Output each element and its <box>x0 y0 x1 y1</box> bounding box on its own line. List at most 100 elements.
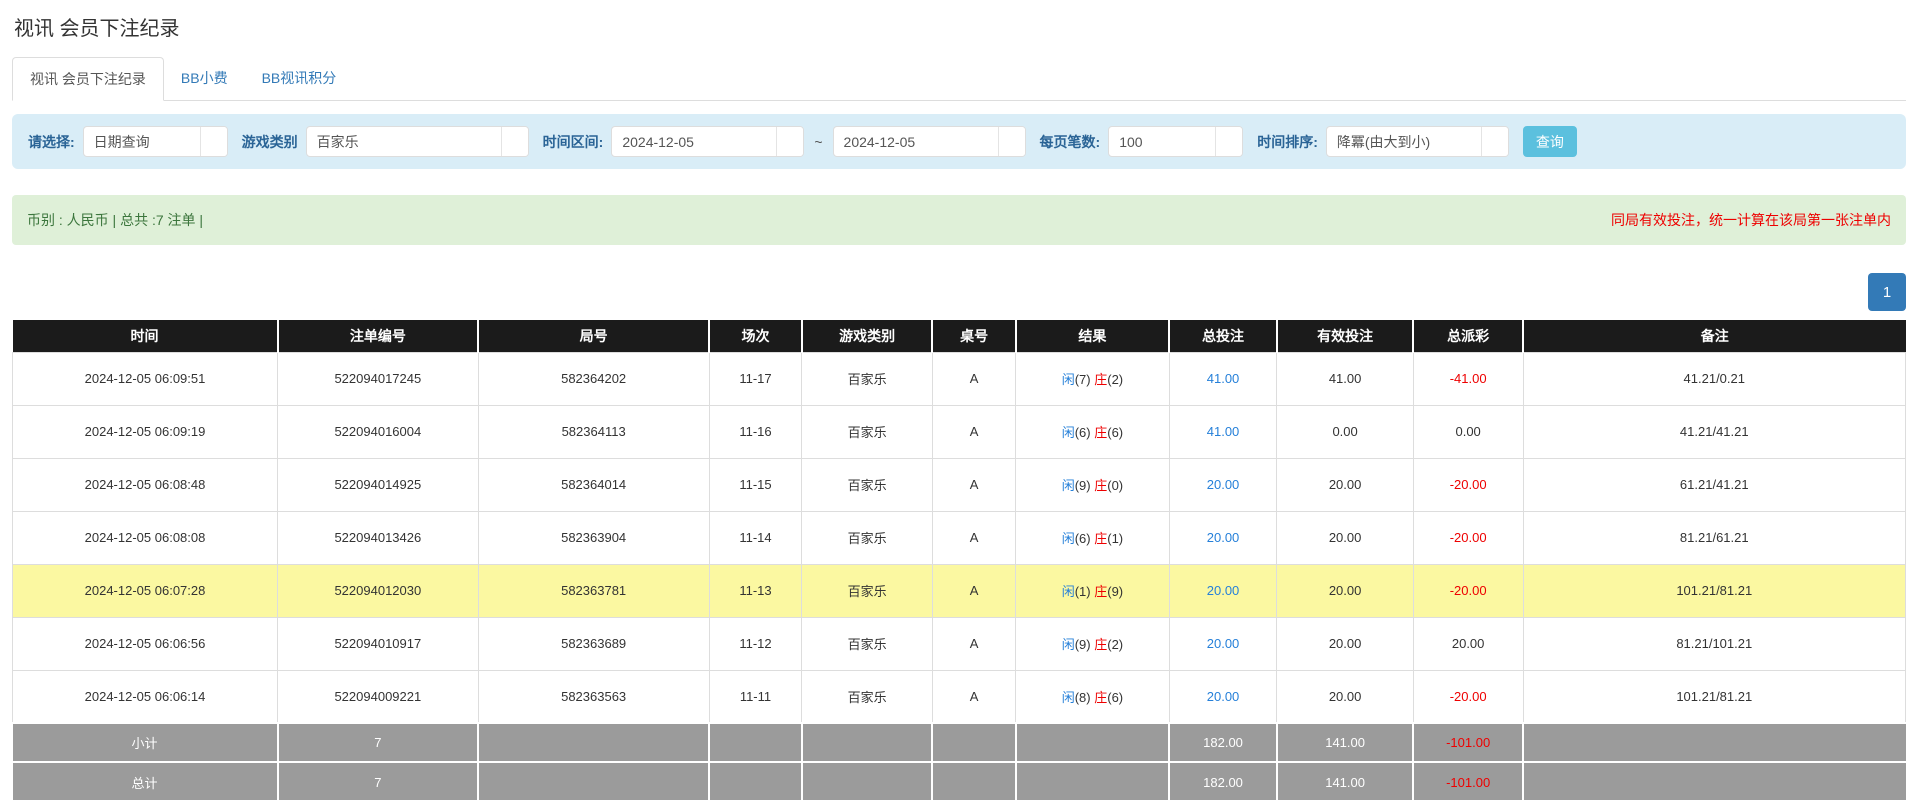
summary-empty-cell <box>1523 762 1905 800</box>
dropdown-arrow-icon[interactable] <box>200 127 227 156</box>
calendar-icon[interactable] <box>998 127 1025 156</box>
cell-bet-id: 522094016004 <box>278 405 479 458</box>
tab-video-bet-records[interactable]: 视讯 会员下注纪录 <box>12 57 164 101</box>
cell-result: 闲(9) 庄(0) <box>1016 458 1169 511</box>
dropdown-arrow-icon[interactable] <box>1215 127 1242 156</box>
cell-remark: 41.21/0.21 <box>1523 352 1905 405</box>
banker-result-label: 庄 <box>1094 690 1107 705</box>
cell-total-bet[interactable]: 41.00 <box>1169 352 1277 405</box>
table-header: 时间注单编号局号场次游戏类别桌号结果总投注有效投注总派彩备注 <box>13 320 1906 352</box>
player-result-label: 闲 <box>1062 690 1075 705</box>
summary-valid-bet: 141.00 <box>1277 723 1413 762</box>
page-size-input[interactable]: 100 <box>1108 126 1243 157</box>
tab-bb-tips[interactable]: BB小费 <box>164 57 245 101</box>
cell-valid-bet: 0.00 <box>1277 405 1413 458</box>
bet-records-table: 时间注单编号局号场次游戏类别桌号结果总投注有效投注总派彩备注 2024-12-0… <box>12 320 1906 800</box>
summary-count: 7 <box>278 723 479 762</box>
cell-round-id: 582364014 <box>478 458 709 511</box>
table-row: 2024-12-05 06:09:51522094017245582364202… <box>13 352 1906 405</box>
cell-time: 2024-12-05 06:06:56 <box>13 617 278 670</box>
cell-result: 闲(6) 庄(6) <box>1016 405 1169 458</box>
cell-table-no: A <box>932 564 1015 617</box>
cell-game-type: 百家乐 <box>802 511 933 564</box>
summary-total-bet: 182.00 <box>1169 762 1277 800</box>
date-from-input[interactable]: 2024-12-05 <box>611 126 804 157</box>
banker-result-score: (1) <box>1107 531 1123 546</box>
tab-label: 视讯 会员下注纪录 <box>30 71 146 87</box>
cell-total-bet[interactable]: 20.00 <box>1169 511 1277 564</box>
player-result-score: (9) <box>1075 478 1095 493</box>
cell-table-no: A <box>932 670 1015 723</box>
cell-bet-id: 522094014925 <box>278 458 479 511</box>
cell-payout: 0.00 <box>1413 405 1523 458</box>
cell-table-no: A <box>932 458 1015 511</box>
page-1-button[interactable]: 1 <box>1868 273 1906 311</box>
table-row: 2024-12-05 06:09:19522094016004582364113… <box>13 405 1906 458</box>
column-header: 备注 <box>1523 320 1905 352</box>
cell-total-bet[interactable]: 20.00 <box>1169 458 1277 511</box>
date-to-input[interactable]: 2024-12-05 <box>833 126 1026 157</box>
date-separator: ~ <box>812 134 824 150</box>
cell-session: 11-13 <box>709 564 802 617</box>
calendar-icon[interactable] <box>776 127 803 156</box>
summary-empty-cell <box>709 762 802 800</box>
summary-empty-cell <box>709 723 802 762</box>
player-result-label: 闲 <box>1062 584 1075 599</box>
column-header: 桌号 <box>932 320 1015 352</box>
column-header: 结果 <box>1016 320 1169 352</box>
date-to-value: 2024-12-05 <box>834 134 998 150</box>
cell-total-bet[interactable]: 20.00 <box>1169 564 1277 617</box>
cell-payout: -20.00 <box>1413 458 1523 511</box>
banker-result-score: (2) <box>1107 372 1123 387</box>
cell-total-bet[interactable]: 41.00 <box>1169 405 1277 458</box>
cell-result: 闲(7) 庄(2) <box>1016 352 1169 405</box>
cell-time: 2024-12-05 06:07:28 <box>13 564 278 617</box>
summary-empty-cell <box>478 723 709 762</box>
player-result-label: 闲 <box>1062 425 1075 440</box>
game-type-select[interactable]: 百家乐 <box>306 126 529 157</box>
query-type-select[interactable]: 日期查询 <box>83 126 228 157</box>
cell-session: 11-16 <box>709 405 802 458</box>
game-type-value: 百家乐 <box>307 132 501 152</box>
player-result-label: 闲 <box>1062 637 1075 652</box>
banker-result-score: (0) <box>1107 478 1123 493</box>
cell-payout: -20.00 <box>1413 564 1523 617</box>
cell-total-bet[interactable]: 20.00 <box>1169 670 1277 723</box>
player-result-score: (7) <box>1075 372 1095 387</box>
cell-time: 2024-12-05 06:06:14 <box>13 670 278 723</box>
cell-bet-id: 522094010917 <box>278 617 479 670</box>
column-header: 有效投注 <box>1277 320 1413 352</box>
page-container: 视讯 会员下注纪录 视讯 会员下注纪录 BB小费 BB视讯积分 请选择: 日期查… <box>0 0 1918 800</box>
search-button[interactable]: 查询 <box>1523 126 1577 157</box>
tab-label: BB小费 <box>181 70 228 86</box>
cell-result: 闲(1) 庄(9) <box>1016 564 1169 617</box>
cell-valid-bet: 20.00 <box>1277 564 1413 617</box>
dropdown-arrow-icon[interactable] <box>501 127 528 156</box>
cell-game-type: 百家乐 <box>802 352 933 405</box>
dropdown-arrow-icon[interactable] <box>1481 127 1508 156</box>
cell-remark: 81.21/101.21 <box>1523 617 1905 670</box>
banker-result-score: (6) <box>1107 690 1123 705</box>
cell-payout: -41.00 <box>1413 352 1523 405</box>
cell-payout: 20.00 <box>1413 617 1523 670</box>
filter-bar: 请选择: 日期查询 游戏类别 百家乐 时间区间: 2024-12-05 ~ 20… <box>12 114 1906 169</box>
table-row: 2024-12-05 06:06:14522094009221582363563… <box>13 670 1906 723</box>
player-result-score: (6) <box>1075 425 1095 440</box>
valid-bet-notice-text: 同局有效投注，统一计算在该局第一张注单内 <box>1611 210 1891 230</box>
column-header: 场次 <box>709 320 802 352</box>
summary-empty-cell <box>478 762 709 800</box>
tab-bb-video-points[interactable]: BB视讯积分 <box>245 57 354 101</box>
cell-valid-bet: 20.00 <box>1277 511 1413 564</box>
cell-time: 2024-12-05 06:09:51 <box>13 352 278 405</box>
cell-round-id: 582363904 <box>478 511 709 564</box>
cell-remark: 41.21/41.21 <box>1523 405 1905 458</box>
cell-game-type: 百家乐 <box>802 670 933 723</box>
column-header: 游戏类别 <box>802 320 933 352</box>
sort-order-select[interactable]: 降冪(由大到小) <box>1326 126 1509 157</box>
cell-total-bet[interactable]: 20.00 <box>1169 617 1277 670</box>
player-result-score: (8) <box>1075 690 1095 705</box>
table-footer: 小计7182.00141.00-101.00总计7182.00141.00-10… <box>13 723 1906 800</box>
summary-empty-cell <box>1016 723 1169 762</box>
banker-result-score: (2) <box>1107 637 1123 652</box>
tab-label: BB视讯积分 <box>262 70 337 86</box>
